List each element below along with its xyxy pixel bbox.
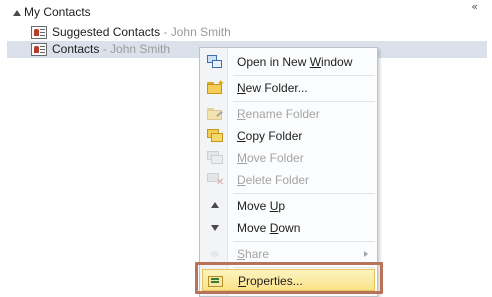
folder-name: Suggested Contacts	[52, 25, 161, 39]
menu-item-move-down[interactable]: Move Down	[200, 217, 377, 239]
share-icon	[207, 247, 223, 261]
folder-separator: -	[160, 25, 171, 39]
menu-item-delete-folder: ✕ Delete Folder	[200, 169, 377, 191]
menu-separator	[233, 193, 375, 194]
menu-item-move-folder: Move Folder	[200, 147, 377, 169]
menu-item-new-folder[interactable]: ✦ New Folder...	[200, 77, 377, 99]
submenu-arrow-icon	[364, 251, 368, 257]
delete-folder-icon: ✕	[207, 173, 224, 188]
menu-item-label: Move Down	[237, 221, 301, 235]
menu-item-rename-folder: Rename Folder	[200, 103, 377, 125]
copy-folder-icon	[207, 129, 223, 143]
move-folder-icon	[207, 151, 223, 165]
my-contacts-group-header[interactable]: My Contacts	[0, 0, 492, 24]
folder-context-menu: Open in New Window ✦ New Folder... Renam…	[199, 47, 378, 297]
folder-name: Contacts	[52, 42, 100, 56]
menu-item-label: Share	[237, 247, 270, 261]
contact-card-icon	[31, 43, 47, 56]
properties-highlight-annotation	[195, 262, 383, 294]
new-folder-icon: ✦	[207, 79, 225, 95]
new-window-icon	[207, 55, 223, 69]
menu-item-label: Move Folder	[237, 151, 304, 165]
menu-item-label: Rename Folder	[237, 107, 320, 121]
menu-item-label: Copy Folder	[237, 129, 303, 143]
arrow-up-icon	[207, 199, 223, 213]
menu-item-label: Move Up	[237, 199, 286, 213]
expand-triangle-icon[interactable]	[13, 10, 21, 16]
group-title: My Contacts	[24, 5, 91, 19]
folder-owner: John Smith	[110, 42, 171, 56]
arrow-down-icon	[207, 221, 223, 235]
menu-item-copy-folder[interactable]: Copy Folder	[200, 125, 377, 147]
collapse-chevron-icon[interactable]: «	[471, 1, 478, 13]
rename-folder-icon	[207, 107, 223, 121]
menu-item-label: New Folder...	[237, 81, 308, 95]
folder-owner: John Smith	[170, 25, 231, 39]
contact-card-icon	[31, 26, 47, 39]
menu-item-move-up[interactable]: Move Up	[200, 195, 377, 217]
folder-separator: -	[99, 42, 111, 56]
menu-separator	[233, 75, 375, 76]
menu-item-label: Delete Folder	[237, 173, 310, 187]
menu-separator	[233, 101, 375, 102]
menu-separator	[233, 241, 375, 242]
menu-item-open-in-new-window[interactable]: Open in New Window	[200, 51, 377, 73]
menu-item-label: Open in New Window	[237, 55, 353, 69]
folder-row-suggested-contacts[interactable]: Suggested Contacts - John Smith	[7, 24, 487, 41]
